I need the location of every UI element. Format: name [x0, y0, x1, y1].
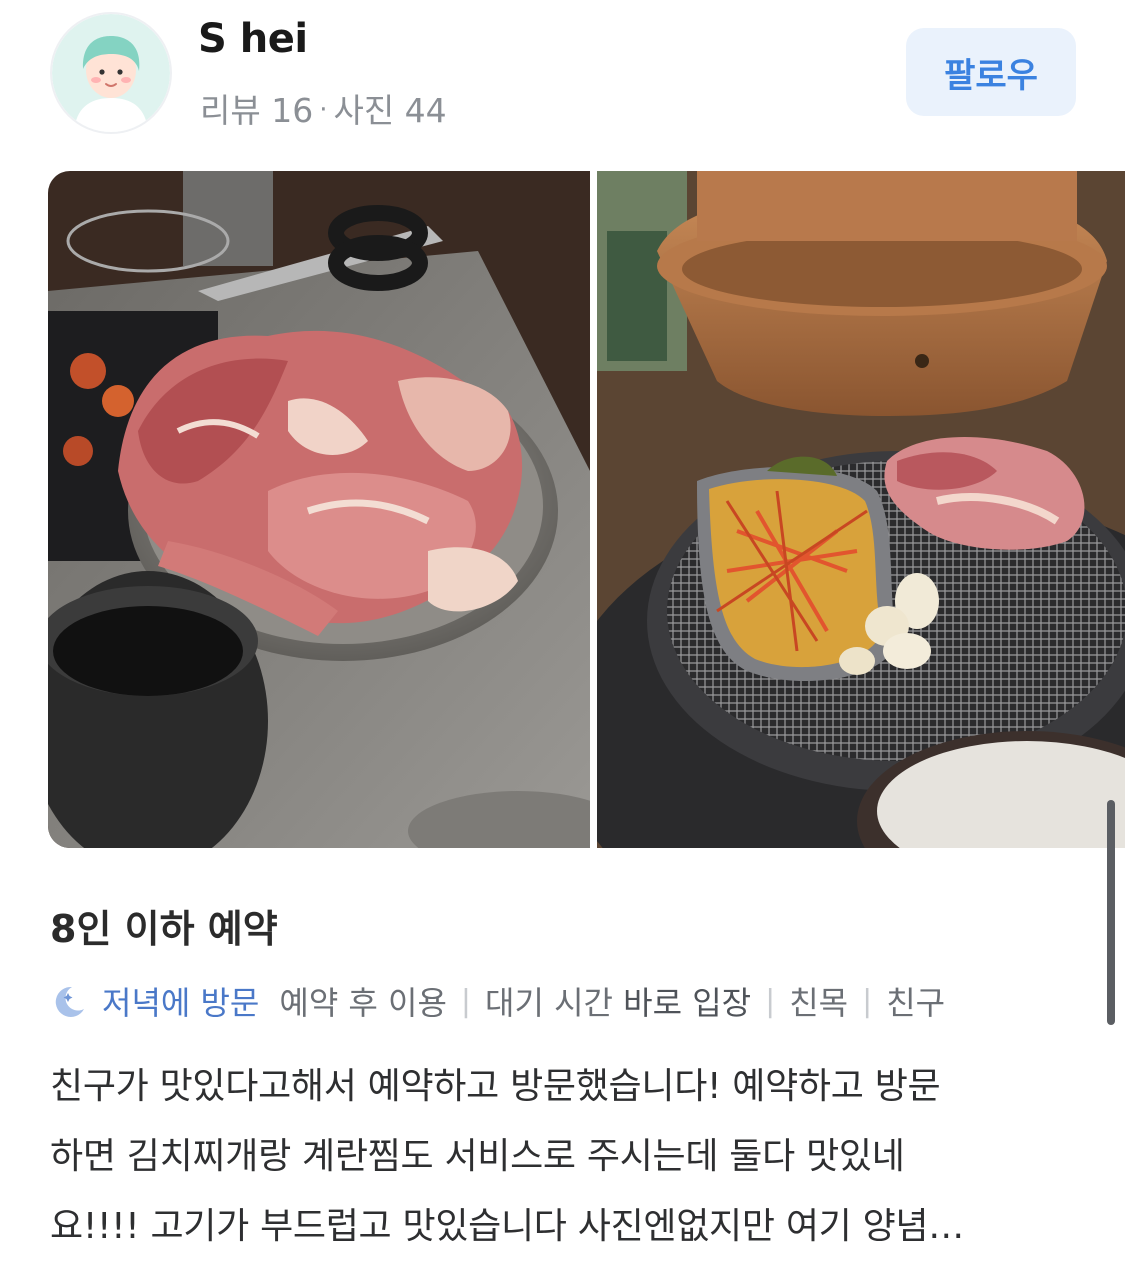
crescent-moon-icon [55, 986, 84, 1017]
meat-plate-photo [48, 171, 590, 848]
review-photo-1[interactable] [48, 171, 590, 848]
stats-separator: · [319, 95, 328, 125]
wait-time-value: 바로 입장 [623, 984, 752, 1022]
tag-separator: | [460, 983, 472, 1019]
visit-time-tag: 저녁에 방문 [102, 984, 260, 1022]
purpose-tag: 친목 [789, 984, 849, 1022]
scrollbar[interactable] [1107, 800, 1115, 1025]
review-body[interactable]: 친구가 맛있다고해서 예약하고 방문했습니다! 예약하고 방문 하면 김치찌개랑… [50, 1052, 1080, 1262]
review-line: 친구가 맛있다고해서 예약하고 방문했습니다! 예약하고 방문 [50, 1066, 941, 1107]
reservation-tag: 예약 후 이용 [279, 984, 447, 1022]
profile-stats: 리뷰 16 · 사진 44 [200, 84, 447, 132]
companion-tag: 친구 [886, 984, 946, 1022]
review-count: 리뷰 16 [200, 91, 314, 130]
username[interactable]: S hei [198, 16, 308, 62]
tag-separator: | [765, 983, 776, 1019]
photo-count: 사진 44 [333, 91, 447, 130]
follow-button[interactable]: 팔로우 [906, 28, 1076, 116]
review-line: 요!!!! 고기가 부드럽고 맛있습니다 사진엔없지만 여기 양념… [50, 1206, 964, 1247]
review-line: 하면 김치찌개랑 계란찜도 서비스로 주시는데 둘다 맛있네 [50, 1136, 905, 1177]
visit-tags: 저녁에 방문 예약 후 이용 | 대기 시간 바로 입장 | 친목 | 친구 [50, 978, 945, 1024]
grill-photo [597, 171, 1125, 848]
tag-separator: | [862, 983, 873, 1019]
review-photo-2[interactable] [597, 171, 1125, 848]
review-title: 8인 이하 예약 [50, 907, 278, 951]
avatar[interactable] [52, 14, 170, 132]
avatar-illustration [52, 14, 170, 132]
wait-time-label: 대기 시간 [485, 984, 613, 1022]
